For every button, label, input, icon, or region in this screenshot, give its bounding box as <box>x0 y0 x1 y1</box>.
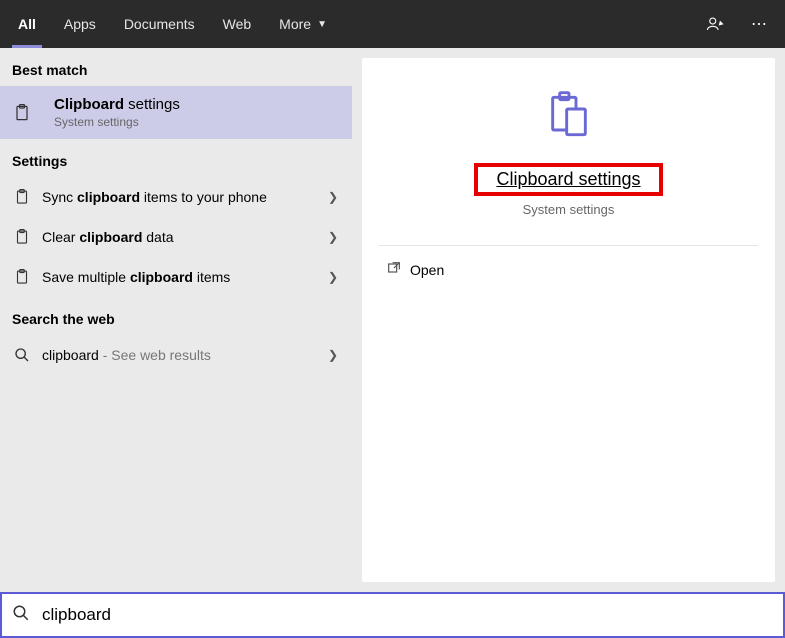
settings-row-clear[interactable]: Clear clipboard data ❯ <box>0 217 352 257</box>
tab-web[interactable]: Web <box>209 0 266 48</box>
tab-more-label: More <box>279 16 311 32</box>
tab-web-label: Web <box>223 16 252 32</box>
best-match-sub: System settings <box>54 115 180 129</box>
preview-subtitle: System settings <box>523 202 615 217</box>
preview-panel-container: Clipboard settings System settings Open <box>352 48 785 592</box>
preview-panel: Clipboard settings System settings Open <box>362 58 775 582</box>
settings-row-sync[interactable]: Sync clipboard items to your phone ❯ <box>0 177 352 217</box>
search-web-group-label: Search the web <box>0 297 352 335</box>
search-icon <box>12 604 36 627</box>
clipboard-icon <box>12 228 32 246</box>
chevron-right-icon: ❯ <box>328 348 338 362</box>
search-input[interactable] <box>36 605 773 625</box>
row-text: Sync clipboard items to your phone <box>42 189 267 205</box>
more-options-icon[interactable]: ⋯ <box>737 0 781 48</box>
clipboard-icon <box>12 268 32 286</box>
row-text: Save multiple clipboard items <box>42 269 230 285</box>
tab-documents[interactable]: Documents <box>110 0 209 48</box>
tab-all-label: All <box>18 16 36 32</box>
preview-title[interactable]: Clipboard settings <box>496 169 640 190</box>
preview-title-highlight: Clipboard settings <box>474 163 662 196</box>
open-label: Open <box>410 262 444 278</box>
best-match-result[interactable]: Clipboard settings System settings <box>0 86 352 139</box>
best-match-title: Clipboard settings <box>54 96 180 113</box>
open-action[interactable]: Open <box>362 246 775 293</box>
chevron-right-icon: ❯ <box>328 190 338 204</box>
search-web-row[interactable]: clipboard - See web results ❯ <box>0 335 352 375</box>
feedback-icon[interactable] <box>693 0 737 48</box>
clipboard-large-icon <box>541 88 597 149</box>
tab-more[interactable]: More ▼ <box>265 0 341 48</box>
tab-all[interactable]: All <box>4 0 50 48</box>
clipboard-icon <box>12 188 32 206</box>
settings-group-label: Settings <box>0 139 352 177</box>
settings-row-save-multiple[interactable]: Save multiple clipboard items ❯ <box>0 257 352 297</box>
results-panel: Best match Clipboard settings System set… <box>0 48 352 592</box>
clipboard-icon <box>12 102 32 124</box>
chevron-right-icon: ❯ <box>328 230 338 244</box>
tab-bar: All Apps Documents Web More ▼ ⋯ <box>0 0 785 48</box>
best-match-label: Best match <box>0 48 352 86</box>
open-icon <box>386 260 410 279</box>
search-icon <box>12 347 32 363</box>
tab-apps[interactable]: Apps <box>50 0 110 48</box>
row-text: Clear clipboard data <box>42 229 174 245</box>
chevron-down-icon: ▼ <box>317 19 327 30</box>
chevron-right-icon: ❯ <box>328 270 338 284</box>
tab-apps-label: Apps <box>64 16 96 32</box>
row-text: clipboard - See web results <box>42 347 211 363</box>
tab-documents-label: Documents <box>124 16 195 32</box>
search-bar[interactable] <box>0 592 785 638</box>
